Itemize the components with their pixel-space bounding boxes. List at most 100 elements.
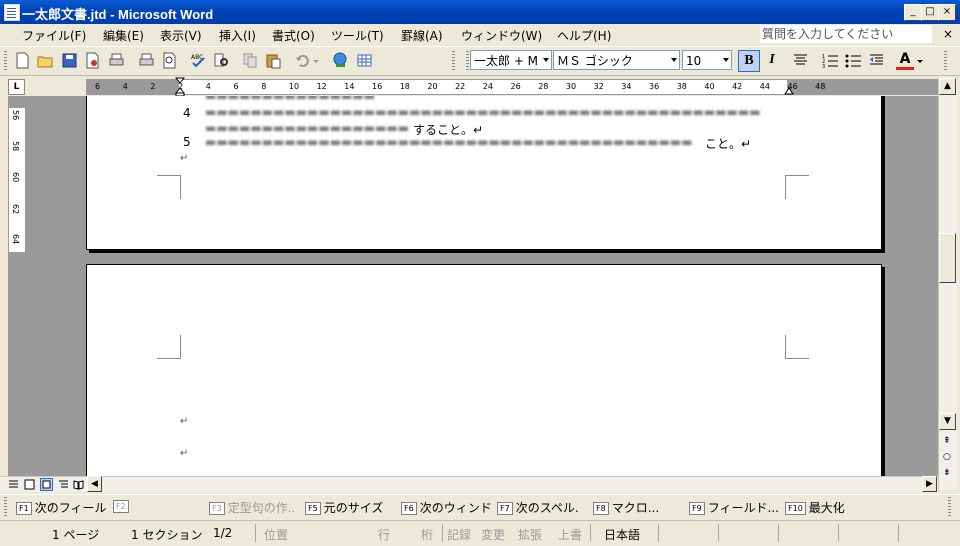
font-color-button[interactable]: A [896,51,914,71]
outline-view-icon[interactable] [58,479,69,490]
align-center-icon[interactable] [792,52,809,69]
vertical-scrollbar[interactable]: ▲ ▼ ⇞ ○ ⇟ [938,78,957,490]
close-button[interactable]: × [938,4,956,21]
web-layout-icon[interactable] [24,479,35,490]
print-layout-icon[interactable] [40,478,53,491]
open-folder-icon[interactable] [37,52,54,69]
toolbar-grip-2[interactable] [452,51,455,71]
toolbar-grip[interactable] [4,51,7,71]
menu-help[interactable]: ヘルプ(H) [557,27,611,44]
print-icon[interactable] [108,52,125,69]
ruler-tick-label: 2 [150,82,156,91]
fkey-f5[interactable]: F5 元のサイズ [305,499,383,516]
new-document-icon[interactable] [14,52,31,69]
line-number: 4 [183,106,191,120]
fkey-f8[interactable]: F8 マクロ... [593,499,659,516]
help-question-input[interactable]: 質問を入力してください [760,25,932,43]
menu-edit[interactable]: 編集(E) [103,27,144,44]
scroll-up-button[interactable]: ▲ [939,78,956,95]
menu-tools[interactable]: ツール(T) [331,27,384,44]
save-icon[interactable] [61,52,78,69]
fkey-f2[interactable]: F2 [113,499,132,513]
scroll-right-button[interactable]: ▶ [922,476,937,492]
ruler-tick-label: 26 [510,82,521,91]
window-title: 一太郎文書.jtd - Microsoft Word [22,7,214,22]
status-position: 位置 [264,528,289,542]
minimize-button[interactable]: _ [904,4,922,21]
preview-magnifier-icon[interactable] [161,52,178,69]
right-indent-marker-icon[interactable] [784,84,794,96]
fkey-cap: F6 [401,502,417,515]
paste-icon[interactable] [265,52,282,69]
fkey-options-grip[interactable] [948,497,951,517]
page-1[interactable]: ▬▬▬▬▬▬▬▬▬▬▬▬▬▬▬ 4 ▬▬▬▬▬▬▬▬▬▬▬▬▬▬▬▬▬▬▬▬▬▬… [86,96,882,250]
menu-insert[interactable]: 挿入(I) [219,27,256,44]
toolbar-options-grip[interactable] [944,51,947,71]
word-document-icon[interactable] [4,4,20,21]
status-ext[interactable]: 拡張 [518,526,542,543]
menu-file[interactable]: ファイル(F) [22,27,86,44]
hyperlink-icon[interactable] [332,52,349,69]
horizontal-ruler[interactable]: 6 4 2 2 4 6 8 10 12 14 16 18 20 22 24 26 28 30 32 34 36 38 40 4… [86,77,943,97]
status-section: 1 セクション [131,528,203,542]
select-browse-object-icon[interactable]: ○ [943,449,951,465]
bold-button[interactable]: B [738,50,760,72]
ruler-right-margin [787,80,942,94]
ruler-tick-label: 16 [372,82,383,91]
permission-icon[interactable] [84,52,101,69]
normal-view-icon[interactable] [8,479,19,490]
undo-dropdown-icon[interactable] [312,52,320,69]
numbered-list-icon[interactable]: 123 [822,52,839,69]
font-dropdown[interactable]: ＭＳ ゴシック [553,50,680,70]
status-ovr[interactable]: 上書 [558,526,582,543]
scroll-left-button[interactable]: ◀ [87,476,102,492]
fkey-f10[interactable]: F10 最大化 [785,499,845,516]
fkey-f9[interactable]: F9 フィールド... [689,499,779,516]
previous-page-icon[interactable]: ⇞ [943,433,951,449]
fkey-cap: F8 [593,502,609,515]
fkey-label: マクロ... [611,501,660,515]
paragraph-mark: ↵ [180,448,189,459]
scroll-thumb[interactable] [939,233,956,283]
font-size-dropdown[interactable]: 10 [682,50,732,70]
menu-window[interactable]: ウィンドウ(W) [461,27,542,44]
reading-layout-icon[interactable] [73,479,84,490]
research-icon[interactable] [213,52,230,69]
status-page: 1 ページ [52,528,100,542]
vertical-ruler[interactable]: 56 58 60 62 64 [8,96,26,476]
ruler-tick-label: 14 [344,82,355,91]
menu-table[interactable]: 罫線(A) [401,27,443,44]
decrease-indent-icon[interactable] [868,52,885,69]
fkey-f6[interactable]: F6 次のウィンド [401,499,492,516]
table-icon[interactable] [356,52,373,69]
scroll-down-button[interactable]: ▼ [939,413,956,430]
font-color-dropdown-icon[interactable] [916,52,924,69]
document-area[interactable]: ▬▬▬▬▬▬▬▬▬▬▬▬▬▬▬ 4 ▬▬▬▬▬▬▬▬▬▬▬▬▬▬▬▬▬▬▬▬▬▬… [26,96,938,476]
copy-icon[interactable] [242,52,259,69]
menu-view[interactable]: 表示(V) [160,27,202,44]
next-page-icon[interactable]: ⇟ [943,465,951,481]
status-trk[interactable]: 変更 [481,526,505,543]
print-preview-icon[interactable] [138,52,155,69]
tab-selector[interactable]: L [8,79,25,95]
status-line: 行 [378,528,391,542]
formatting-grip[interactable] [466,51,469,71]
fkey-grip[interactable] [4,497,7,517]
menu-format[interactable]: 書式(O) [272,27,315,44]
fkey-f3[interactable]: F3 定型句の作.. [209,499,295,516]
spelling-check-icon[interactable]: ABC [190,52,207,69]
style-dropdown[interactable]: 一太郎 + M [470,50,552,70]
italic-button[interactable]: I [762,50,782,70]
ruler-tick-label: 44 [759,82,770,91]
fkey-label: 次のウィンド [419,501,492,515]
ruler-tick-label: 42 [732,82,743,91]
fkey-f7[interactable]: F7 次のスペル. [497,499,579,516]
maximize-button[interactable]: □ [921,4,939,21]
close-document-button[interactable]: × [943,27,953,41]
indent-marker-icon[interactable] [175,77,185,97]
page-2[interactable]: ↵ ↵ [86,264,882,476]
bullet-list-icon[interactable] [845,52,862,69]
fkey-f1[interactable]: F1 次のフィール [16,499,106,516]
undo-icon[interactable] [294,52,311,69]
status-rec[interactable]: 記録 [447,526,471,543]
